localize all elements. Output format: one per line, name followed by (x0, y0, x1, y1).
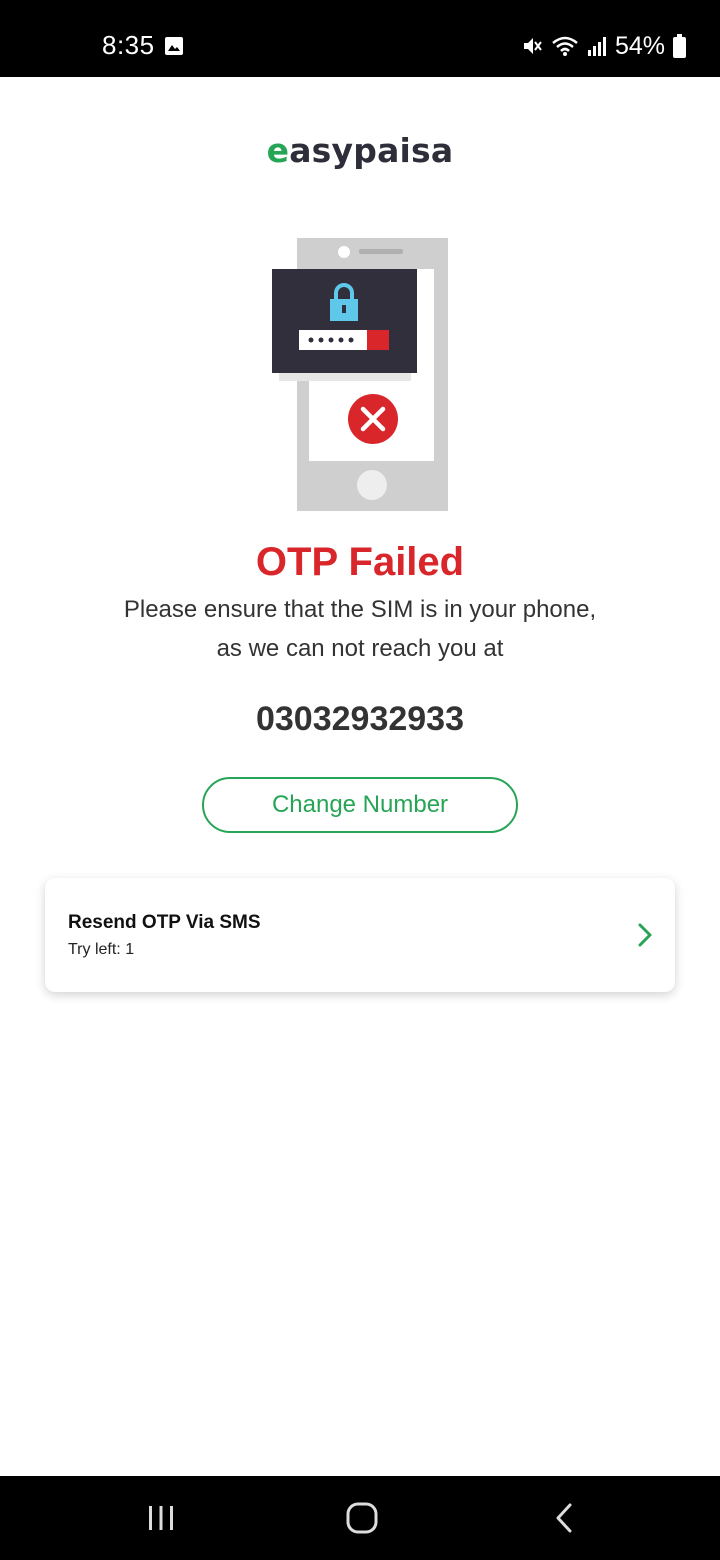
recent-apps-button[interactable] (131, 1496, 191, 1540)
wifi-icon (552, 36, 578, 56)
battery-percent: 54% (614, 31, 665, 60)
back-icon (556, 1503, 572, 1533)
logo-text: asypaisa (289, 131, 454, 170)
change-number-button[interactable]: Change Number (202, 777, 518, 833)
tries-left-text: Try left: 1 (68, 941, 135, 958)
description-line-2: as we can not reach you at (216, 635, 504, 662)
home-button[interactable] (332, 1496, 392, 1540)
logo-accent-letter: e (266, 131, 290, 170)
signal-icon (587, 37, 606, 56)
status-icons: 54% (521, 30, 686, 62)
battery-icon (673, 34, 686, 58)
chevron-right-icon (638, 923, 652, 947)
error-description: Please ensure that the SIM is in your ph… (60, 590, 660, 668)
description-line-1: Please ensure that the SIM is in your ph… (123, 596, 597, 623)
otp-failed-title: OTP Failed (255, 540, 465, 584)
resend-otp-card[interactable]: Resend OTP Via SMS Try left: 1 (45, 878, 675, 992)
error-x-icon (348, 394, 398, 444)
status-time: 8:35 (102, 30, 155, 60)
mute-icon (523, 38, 542, 54)
easypaisa-logo: easypaisa (0, 131, 720, 170)
recent-apps-icon (149, 1506, 173, 1530)
gallery-icon (165, 37, 183, 55)
system-nav-bar (0, 1476, 720, 1560)
otp-failed-illustration (272, 238, 448, 511)
status-bar: 8:35 54% (0, 0, 720, 77)
resend-otp-title: Resend OTP Via SMS (68, 912, 261, 933)
phone-number: 03032932933 (255, 700, 464, 738)
home-icon (346, 1502, 378, 1534)
back-button[interactable] (534, 1496, 594, 1540)
